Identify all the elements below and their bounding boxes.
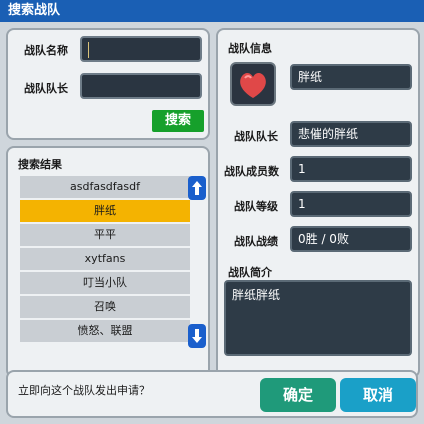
team-info-panel: 战队信息 胖纸 战队队长 悲催的胖纸 战队成员数 1 战队等级 1 战队战绩 0… [216,28,420,378]
cancel-button[interactable]: 取消 [340,378,416,412]
level-display: 1 [290,191,412,217]
team-leader-input[interactable] [80,73,202,99]
record-label: 战队战绩 [234,235,278,248]
members-label: 战队成员数 [224,165,279,178]
apply-prompt: 立即向这个战队发出申请？ [18,384,150,397]
results-list-item[interactable]: 召唤 [20,296,190,318]
leader-label: 战队队长 [234,130,278,143]
confirm-button[interactable]: 确定 [260,378,336,412]
results-list-item[interactable]: asdfasdfasdf [20,176,190,198]
members-display: 1 [290,156,412,182]
results-title: 搜索结果 [18,158,62,171]
team-name-label: 战队名称 [24,44,68,57]
intro-display: 胖纸胖纸 [224,280,412,356]
team-name-input[interactable] [80,36,202,62]
team-leader-label: 战队队长 [24,82,68,95]
level-label: 战队等级 [234,200,278,213]
arrow-down-icon [192,329,202,343]
results-panel: 搜索结果 asdfasdfasdf 胖纸 平平 xytfans 叮当小队 召唤 愤怒、联盟 [6,146,210,378]
footer-panel: 立即向这个战队发出申请？ 确定 取消 [6,370,418,418]
team-name-display: 胖纸 [290,64,412,90]
search-panel: 战队名称 战队队长 搜索 [6,28,210,140]
text-caret [88,42,89,58]
search-team-dialog: 战队名称 战队队长 搜索 搜索结果 asdfasdfasdf 胖纸 平平 xytfan… [0,22,424,424]
record-display: 0胜 / 0败 [290,226,412,252]
scroll-down-button[interactable] [188,324,206,348]
search-button[interactable]: 搜索 [152,110,204,132]
scroll-up-button[interactable] [188,176,206,200]
window-title: 搜索战队 [0,0,424,22]
arrow-up-icon [192,181,202,195]
team-avatar [230,62,276,106]
results-list-item[interactable]: 胖纸 [20,200,190,222]
results-list-item[interactable]: 平平 [20,224,190,246]
results-list-item[interactable]: 叮当小队 [20,272,190,294]
team-info-title: 战队信息 [228,42,272,55]
leader-display: 悲催的胖纸 [290,121,412,147]
results-list-item[interactable]: xytfans [20,248,190,270]
intro-label: 战队简介 [228,266,272,279]
results-list-item[interactable]: 愤怒、联盟 [20,320,190,342]
heart-icon [240,73,266,98]
